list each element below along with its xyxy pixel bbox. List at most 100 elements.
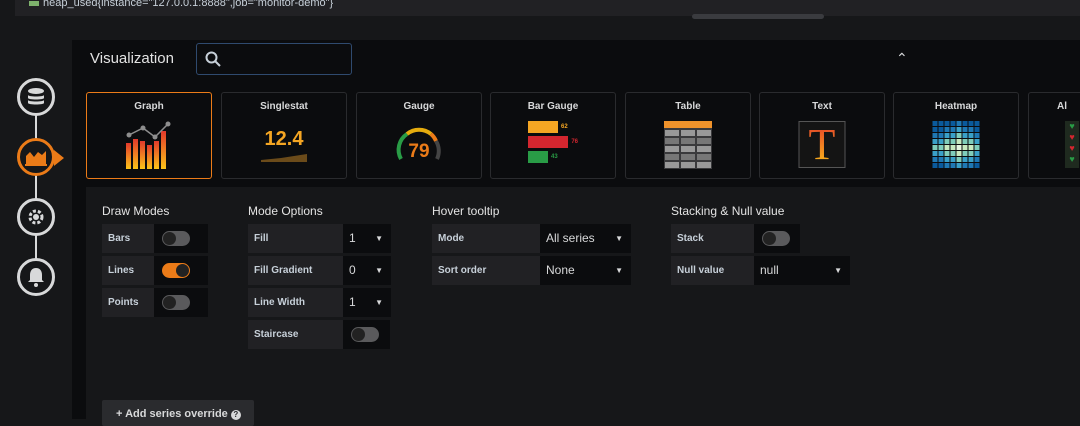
heatmap-cell bbox=[950, 163, 956, 168]
legend-series[interactable]: heap_used{instance="127.0.0.1:8888",job=… bbox=[43, 0, 333, 9]
tooltip-mode-select[interactable]: All series ▼ bbox=[540, 224, 631, 253]
heatmap-cell bbox=[932, 139, 938, 144]
heatmap-cell bbox=[962, 145, 968, 150]
heatmap-cell bbox=[962, 121, 968, 126]
add-series-override-button[interactable]: + Add series override ? bbox=[102, 400, 254, 426]
field-label: Mode bbox=[432, 224, 540, 253]
heatmap-cell bbox=[956, 121, 962, 126]
singlestat-icon: 12.4 bbox=[261, 129, 307, 167]
heatmap-cell bbox=[944, 133, 950, 138]
viz-card-table[interactable]: Table bbox=[625, 92, 751, 179]
hover-tooltip-section: Hover tooltip Mode All series ▼ Sort order… bbox=[432, 204, 631, 288]
select-value: 1 bbox=[349, 231, 356, 245]
heatmap-cell bbox=[932, 151, 938, 156]
heatmap-cell bbox=[974, 151, 980, 156]
card-label: Heatmap bbox=[934, 101, 978, 112]
stack-toggle[interactable] bbox=[762, 231, 790, 246]
card-label: Al bbox=[1057, 101, 1067, 112]
card-label: Bar Gauge bbox=[527, 101, 579, 112]
heatmap-cell bbox=[968, 139, 974, 144]
heatmap-cell bbox=[956, 139, 962, 144]
line-width-select[interactable]: 1 ▼ bbox=[343, 288, 391, 317]
caret-down-icon: ▼ bbox=[834, 266, 842, 275]
card-label: Gauge bbox=[403, 101, 435, 112]
gear-icon bbox=[28, 209, 44, 225]
fill-gradient-select[interactable]: 0 ▼ bbox=[343, 256, 391, 285]
gauge-value: 79 bbox=[408, 141, 430, 162]
viz-card-text[interactable]: Text T bbox=[759, 92, 885, 179]
horizontal-scrollbar[interactable] bbox=[692, 14, 824, 19]
bars-toggle-row: Bars bbox=[102, 224, 208, 253]
lines-toggle[interactable] bbox=[162, 263, 190, 278]
bars-toggle[interactable] bbox=[162, 231, 190, 246]
viz-card-alert-list[interactable]: Al ♥ ♥ ♥ ♥ bbox=[1028, 92, 1080, 179]
text-glyph: T bbox=[808, 120, 836, 169]
chevron-up-icon[interactable]: ⌃ bbox=[896, 50, 908, 67]
visualization-search-input[interactable] bbox=[196, 43, 352, 75]
heatmap-cell bbox=[944, 121, 950, 126]
heatmap-cell bbox=[974, 139, 980, 144]
heatmap-cell bbox=[950, 157, 956, 162]
card-label: Graph bbox=[134, 101, 164, 112]
heatmap-cell bbox=[944, 163, 950, 168]
viz-card-singlestat[interactable]: Singlestat 12.4 bbox=[221, 92, 347, 179]
legend-bar: heap_used{instance="127.0.0.1:8888",job=… bbox=[15, 0, 1080, 16]
visualization-step[interactable] bbox=[17, 138, 64, 176]
heatmap-cell bbox=[950, 121, 956, 126]
heatmap-cell bbox=[956, 157, 962, 162]
heatmap-cell bbox=[974, 163, 980, 168]
text-icon: T bbox=[798, 120, 846, 169]
heatmap-cell bbox=[938, 163, 944, 168]
viz-card-graph[interactable]: Graph bbox=[86, 92, 212, 179]
bell-icon bbox=[28, 268, 44, 287]
alert-list-icon: ♥ ♥ ♥ ♥ bbox=[1065, 121, 1079, 168]
viz-card-gauge[interactable]: Gauge 79 bbox=[356, 92, 482, 179]
field-label: Staircase bbox=[248, 320, 343, 349]
caret-down-icon: ▼ bbox=[375, 234, 383, 243]
alert-step[interactable] bbox=[17, 258, 55, 296]
staircase-toggle[interactable] bbox=[351, 327, 379, 342]
stacking-section: Stacking & Null value Stack Null value nu… bbox=[671, 204, 850, 288]
null-value-select[interactable]: null ▼ bbox=[754, 256, 850, 285]
singlestat-value: 12.4 bbox=[264, 128, 304, 150]
section-title: Draw Modes bbox=[102, 204, 170, 218]
caret-down-icon: ▼ bbox=[375, 266, 383, 275]
database-icon bbox=[28, 88, 44, 105]
button-label: + Add series override bbox=[116, 408, 228, 420]
sort-order-select[interactable]: None ▼ bbox=[540, 256, 631, 285]
heatmap-cell bbox=[932, 127, 938, 132]
viz-card-heatmap[interactable]: Heatmap bbox=[893, 92, 1019, 179]
fill-select[interactable]: 1 ▼ bbox=[343, 224, 391, 253]
queries-step[interactable] bbox=[17, 78, 55, 116]
heatmap-cell bbox=[962, 157, 968, 162]
viz-card-bar-gauge[interactable]: Bar Gauge 62 76 43 bbox=[490, 92, 616, 179]
heatmap-cell bbox=[938, 145, 944, 150]
heatmap-cell bbox=[932, 157, 938, 162]
section-title: Hover tooltip bbox=[432, 204, 500, 218]
heatmap-cell bbox=[968, 121, 974, 126]
heatmap-cell bbox=[938, 139, 944, 144]
heatmap-cell bbox=[956, 163, 962, 168]
heatmap-cell bbox=[938, 157, 944, 162]
field-label: Null value bbox=[671, 256, 754, 285]
caret-down-icon: ▼ bbox=[615, 234, 623, 243]
general-step[interactable] bbox=[17, 198, 55, 236]
draw-modes-section: Draw Modes Bars Lines Points bbox=[102, 204, 208, 320]
points-toggle-row: Points bbox=[102, 288, 208, 317]
heatmap-cell bbox=[938, 133, 944, 138]
bar-value: 62 bbox=[561, 124, 568, 130]
heatmap-cell bbox=[956, 151, 962, 156]
select-value: All series bbox=[546, 231, 595, 245]
heatmap-cell bbox=[968, 151, 974, 156]
field-label: Line Width bbox=[248, 288, 343, 317]
heatmap-cell bbox=[974, 121, 980, 126]
field-label: Points bbox=[102, 288, 154, 317]
points-toggle[interactable] bbox=[162, 295, 190, 310]
heatmap-cell bbox=[974, 133, 980, 138]
heatmap-cell bbox=[956, 133, 962, 138]
heatmap-cell bbox=[956, 127, 962, 132]
field-label: Fill bbox=[248, 224, 343, 253]
heatmap-cell bbox=[968, 133, 974, 138]
field-label: Stack bbox=[671, 224, 754, 253]
heatmap-cell bbox=[944, 127, 950, 132]
